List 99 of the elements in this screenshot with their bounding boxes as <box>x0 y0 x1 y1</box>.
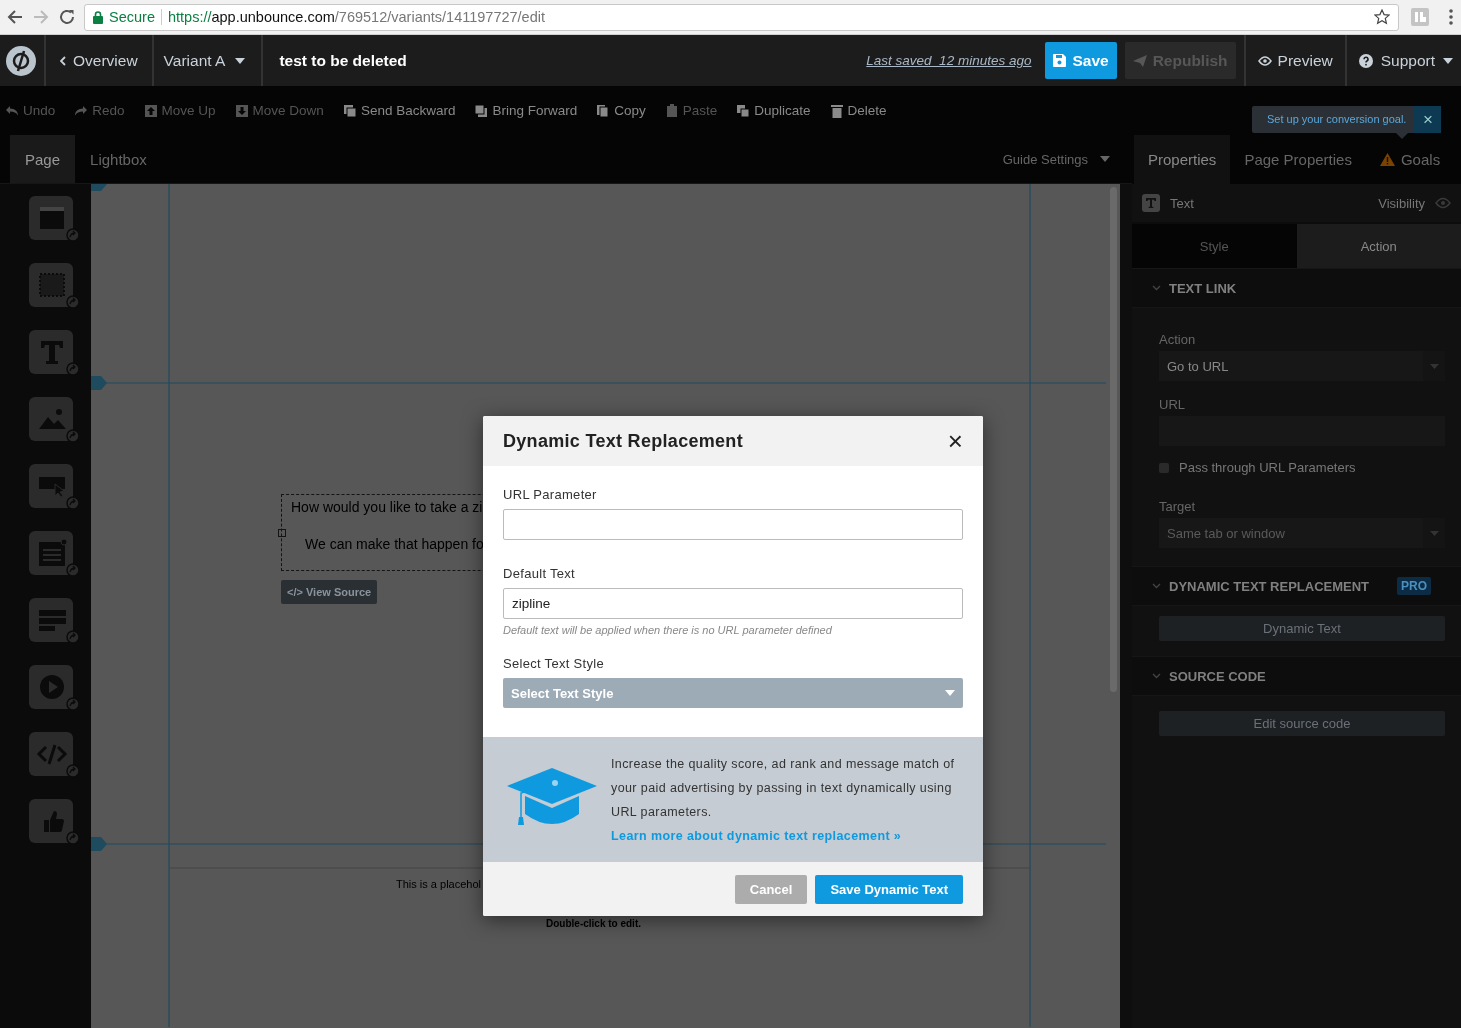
caret-down-icon <box>1443 57 1453 64</box>
close-button[interactable]: × <box>947 428 963 454</box>
panel-subtab[interactable]: Style <box>1132 224 1297 268</box>
eye-icon <box>1257 55 1272 66</box>
rows-icon[interactable] <box>29 598 79 644</box>
duplicate-icon <box>736 103 751 118</box>
section-header[interactable]: TEXT LINK <box>1132 268 1461 308</box>
placeholder-text: This is a placehol <box>396 878 481 890</box>
url-text: https://app.unbounce.com/769512/variants/141197727/edit <box>167 9 545 25</box>
mountains-icon[interactable] <box>29 397 79 443</box>
play-icon[interactable] <box>29 665 79 711</box>
caret-down-icon <box>235 57 246 64</box>
panel-tab[interactable]: Properties <box>1134 135 1231 184</box>
checkbox[interactable] <box>1159 462 1169 473</box>
trash-icon <box>829 103 844 118</box>
caret-down-icon <box>1429 363 1439 369</box>
letter-t-icon[interactable] <box>29 330 79 376</box>
thumbs-up-icon[interactable] <box>29 799 79 845</box>
overview-link[interactable]: Overview <box>60 51 138 70</box>
help-icon <box>1358 53 1373 68</box>
logo-icon[interactable] <box>6 45 36 76</box>
panel-subtab[interactable]: Action <box>1296 224 1461 268</box>
section-header[interactable]: SOURCE CODE <box>1132 656 1461 696</box>
panel-tab[interactable]: Goals <box>1365 135 1455 184</box>
page-title: test to be deleted <box>279 51 407 70</box>
field-label: URL Parameter <box>503 487 598 502</box>
extension-icon[interactable] <box>1411 8 1429 26</box>
redo-icon <box>74 103 89 118</box>
section-header[interactable]: DYNAMIC TEXT REPLACEMENT PRO <box>1132 566 1461 606</box>
lock-icon <box>93 10 103 24</box>
guide-settings-dropdown[interactable]: Guide Settings <box>1002 135 1132 183</box>
warning-icon <box>1379 153 1395 166</box>
form-icon[interactable] <box>29 531 79 577</box>
pro-badge: PRO <box>1397 577 1431 595</box>
checkbox-label: Pass through URL Parameters <box>1179 460 1356 475</box>
caret-down-icon <box>1100 156 1110 162</box>
text-line: We can make that happen fo <box>305 536 484 552</box>
toolbar-button[interactable]: Bring Forward <box>474 103 578 118</box>
chevron-down-icon <box>1152 673 1161 679</box>
address-bar[interactable]: Secure https://app.unbounce.com/769512/variants/141197727/edit <box>84 3 1399 31</box>
visibility-label: Visibility <box>1378 195 1425 211</box>
element-type: Text <box>1170 195 1194 211</box>
dialog-title: Dynamic Text Replacement <box>503 430 743 452</box>
variant-dropdown[interactable]: Variant A <box>163 51 246 70</box>
layers-icon <box>474 103 489 118</box>
copy-icon <box>596 103 611 118</box>
editor-tab[interactable]: Lightbox <box>75 135 162 183</box>
resize-handle-icon[interactable] <box>278 529 286 537</box>
reload-icon[interactable] <box>58 8 76 26</box>
button-cursor-icon[interactable] <box>29 464 79 510</box>
editor-tab[interactable]: Page <box>10 135 76 183</box>
dashed-box-icon[interactable] <box>29 263 79 309</box>
window-icon[interactable] <box>29 196 79 242</box>
text-element-icon <box>1142 194 1160 212</box>
guide-handle-icon[interactable] <box>91 837 107 851</box>
chevron-down-icon <box>1152 583 1161 589</box>
guide-handle-icon[interactable] <box>91 376 107 390</box>
forward-icon[interactable] <box>32 8 50 26</box>
field-label: URL <box>1159 397 1186 412</box>
star-icon[interactable] <box>1374 9 1390 25</box>
splitter[interactable] <box>1120 184 1132 1028</box>
close-button[interactable]: × <box>1414 106 1442 133</box>
info-text: Increase the quality score, ad rank and message match of your paid advertising by passing in text dynamically using URL parameters. Learn more about dynamic text replacement » <box>611 755 956 845</box>
chevron-left-icon <box>60 55 66 66</box>
panel-tab[interactable]: Page Properties <box>1230 135 1366 184</box>
toolbar-button[interactable]: Send Backward <box>342 103 456 118</box>
tooltip-text: Set up your conversion goal. <box>1266 112 1408 127</box>
save-button[interactable]: Save <box>1045 42 1117 79</box>
more-menu-icon[interactable] <box>1449 9 1453 25</box>
toolbar-button[interactable]: Delete <box>829 103 887 118</box>
caret-down-icon <box>945 690 955 696</box>
caret-down-icon <box>1429 530 1439 536</box>
dynamic-text-button[interactable]: Dynamic Text <box>1159 616 1445 641</box>
paper-plane-icon <box>1132 54 1147 67</box>
text-line: How would you like to take a zi <box>291 499 483 515</box>
edit-source-button[interactable]: Edit source code <box>1159 711 1445 736</box>
url-parameter-field[interactable] <box>503 509 963 540</box>
view-source-button[interactable]: </> View Source <box>281 580 378 604</box>
arrow-up-icon <box>143 103 158 118</box>
field-label: Target <box>1159 499 1197 514</box>
default-text-field[interactable]: zipline <box>503 588 963 619</box>
toolbar-button[interactable]: Duplicate <box>736 103 811 118</box>
secure-label: Secure <box>109 9 155 25</box>
arrow-down-icon <box>234 103 249 118</box>
save-dynamic-text-button[interactable]: Save Dynamic Text <box>815 874 963 904</box>
back-icon[interactable] <box>6 8 24 26</box>
field-label: Default Text <box>503 566 576 581</box>
code-icon[interactable] <box>29 732 79 778</box>
save-icon <box>1053 54 1067 67</box>
chevron-down-icon <box>1152 285 1161 291</box>
toolbar-button[interactable]: Copy <box>596 103 646 118</box>
field-label: Select Text Style <box>503 656 605 671</box>
eye-icon[interactable] <box>1435 197 1451 209</box>
field-hint: Default text will be applied when there is no URL parameter defined <box>503 624 833 636</box>
clipboard-icon <box>664 103 679 118</box>
layers-icon <box>342 103 357 118</box>
field-label: Action <box>1159 332 1197 347</box>
edit-hint: Double-click to edit. <box>546 918 641 929</box>
last-saved-link[interactable]: Last saved 12 minutes ago <box>866 53 1032 68</box>
